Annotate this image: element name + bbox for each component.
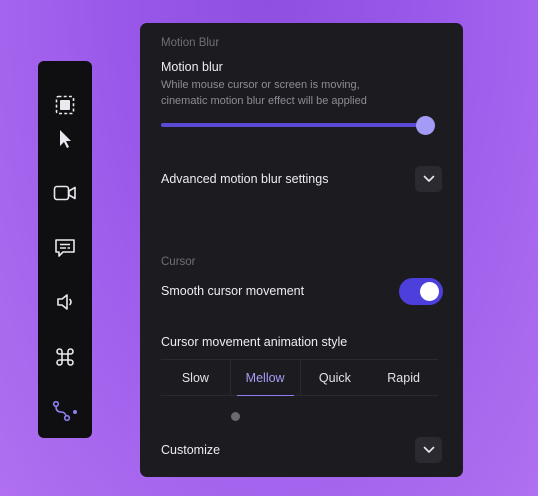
video-camera-icon: [53, 185, 76, 201]
style-option-mellow[interactable]: Mellow: [229, 360, 301, 396]
indicator-dot: [231, 412, 240, 421]
cursor-section-title: Cursor: [161, 256, 196, 268]
style-option-slow[interactable]: Slow: [161, 360, 230, 395]
left-toolbar: [38, 61, 92, 438]
command-key-icon: [56, 348, 74, 366]
captions-icon: [55, 239, 75, 257]
customize-expand-button[interactable]: [415, 437, 442, 463]
shortcuts-tool[interactable]: [38, 335, 92, 379]
motion-blur-description: While mouse cursor or screen is moving, …: [161, 79, 367, 107]
chevron-down-icon: [423, 175, 434, 182]
cursor-tool[interactable]: [38, 117, 92, 161]
motion-blur-slider[interactable]: [161, 123, 433, 127]
camera-tool[interactable]: [38, 171, 92, 215]
cursor-arrow-icon: [60, 130, 71, 148]
settings-panel: Motion Blur Motion blur While mouse curs…: [140, 23, 463, 477]
motion-blur-slider-thumb[interactable]: [415, 116, 435, 135]
animation-style-selector: Slow Mellow Quick Rapid: [161, 359, 438, 396]
smooth-cursor-toggle[interactable]: [399, 278, 443, 305]
style-option-rapid[interactable]: Rapid: [369, 360, 438, 395]
advanced-motion-blur-label: Advanced motion blur settings: [161, 172, 329, 186]
customize-label: Customize: [161, 443, 221, 457]
style-option-quick[interactable]: Quick: [301, 360, 370, 395]
speaker-icon: [57, 294, 72, 310]
motion-blur-slider-fill: [161, 123, 433, 127]
toggle-knob: [420, 282, 439, 301]
motion-blur-label: Motion blur: [161, 60, 223, 74]
advanced-motion-blur-expand-button[interactable]: [415, 166, 442, 192]
cursor-path-icon: [52, 400, 77, 422]
smooth-cursor-label: Smooth cursor movement: [161, 284, 305, 298]
motion-blur-section-title: Motion Blur: [161, 37, 220, 49]
captions-tool[interactable]: [38, 226, 92, 270]
chevron-down-icon: [423, 446, 434, 453]
cursor-path-tool[interactable]: [38, 389, 92, 433]
select-region-icon: [55, 95, 75, 115]
animation-style-label: Cursor movement animation style: [161, 335, 348, 349]
audio-tool[interactable]: [38, 280, 92, 324]
